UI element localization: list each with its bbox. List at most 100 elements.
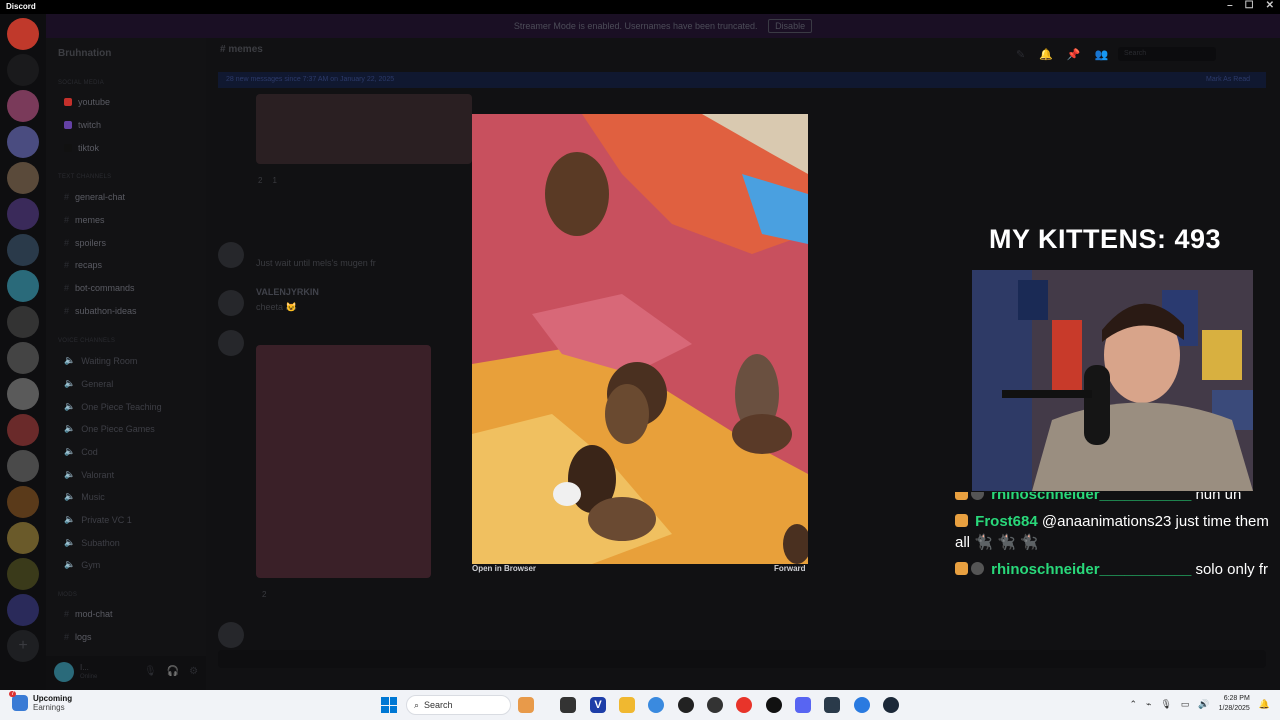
avatar[interactable] <box>54 662 74 682</box>
hash-icon: # <box>220 44 226 55</box>
forward-link[interactable]: Forward <box>774 564 806 573</box>
server-icon[interactable] <box>7 486 39 518</box>
server-icon[interactable] <box>7 90 39 122</box>
channel-twitch[interactable]: twitch <box>64 120 101 130</box>
server-icon[interactable] <box>7 126 39 158</box>
server-name[interactable]: Bruhnation <box>50 44 208 64</box>
server-icon[interactable] <box>7 18 39 50</box>
pin-icon[interactable]: 📌 <box>1067 48 1081 61</box>
volume-icon[interactable]: 🔊 <box>1198 699 1209 710</box>
task-view-icon[interactable] <box>560 697 576 713</box>
channel-youtube[interactable]: youtube <box>64 97 110 107</box>
open-in-browser-link[interactable]: Open in Browser <box>472 564 536 573</box>
server-icon[interactable] <box>7 342 39 374</box>
server-icon[interactable] <box>7 198 39 230</box>
discord-icon[interactable] <box>795 697 811 713</box>
server-icon[interactable] <box>7 450 39 482</box>
hash-icon: # <box>64 192 70 202</box>
app-icon[interactable] <box>678 697 694 713</box>
server-icon[interactable] <box>7 414 39 446</box>
avatar[interactable] <box>218 242 244 268</box>
app-icon[interactable] <box>518 697 534 713</box>
channel-mod-chat[interactable]: # mod-chat <box>64 609 113 619</box>
threads-icon[interactable]: ✎ <box>1016 48 1025 61</box>
taskbar-search[interactable]: ⌕ Search <box>406 695 511 715</box>
mark-as-read-button[interactable]: Mark As Read <box>1206 72 1250 88</box>
close-button[interactable]: ✕ <box>1266 0 1274 11</box>
headphones-icon[interactable]: 🎧 <box>167 666 179 677</box>
section-social-media[interactable]: SOCIAL MEDIA <box>58 80 104 86</box>
voice-channel[interactable]: 🔈 Waiting Room <box>64 355 137 366</box>
terminal-icon[interactable] <box>824 697 840 713</box>
server-icon[interactable] <box>7 162 39 194</box>
channel-logs[interactable]: # logs <box>64 632 92 642</box>
channel-bot-commands[interactable]: # bot-commands <box>64 283 135 293</box>
server-icon[interactable] <box>7 378 39 410</box>
members-icon[interactable]: 👥 <box>1095 48 1109 61</box>
clock[interactable]: 6:28 PM 1/28/2025 <box>1219 694 1250 714</box>
server-icon[interactable] <box>7 594 39 626</box>
voice-channel[interactable]: 🔈 Valorant <box>64 469 114 480</box>
maximize-button[interactable]: ☐ <box>1245 0 1254 11</box>
steam-icon[interactable] <box>883 697 899 713</box>
monitor-icon[interactable]: ▭ <box>1181 699 1190 710</box>
file-explorer-icon[interactable] <box>619 697 635 713</box>
voice-channel[interactable]: 🔈 Private VC 1 <box>64 514 132 525</box>
voice-channel[interactable]: 🔈 General <box>64 378 113 389</box>
message-input[interactable] <box>218 650 1266 668</box>
voice-channel[interactable]: 🔈 Cod <box>64 446 98 457</box>
channel-spoilers[interactable]: # spoilers <box>64 238 106 248</box>
disable-streamer-mode-button[interactable]: Disable <box>768 19 813 33</box>
obs-icon[interactable] <box>707 697 723 713</box>
reaction-chip[interactable]: 2 <box>262 590 266 599</box>
section-voice-channels[interactable]: VOICE CHANNELS <box>58 338 115 344</box>
reaction-chip[interactable]: 2 <box>258 176 262 185</box>
microphone-icon[interactable]: 🎙 <box>144 666 157 677</box>
chevron-up-icon[interactable]: ⌃ <box>1129 699 1137 710</box>
voice-channel[interactable]: 🔈 One Piece Teaching <box>64 401 162 412</box>
notifications-bell-icon[interactable]: 🔔 <box>1259 699 1270 710</box>
opera-icon[interactable] <box>736 697 752 713</box>
server-icon[interactable] <box>7 54 39 86</box>
section-mods[interactable]: MODS <box>58 592 77 598</box>
voice-channel[interactable]: 🔈 One Piece Games <box>64 423 155 434</box>
voice-channel[interactable]: 🔈 Gym <box>64 559 100 570</box>
minimize-button[interactable]: – <box>1227 0 1233 11</box>
vscode-icon[interactable]: V <box>590 697 606 713</box>
server-icon[interactable] <box>7 270 39 302</box>
new-messages-bar[interactable]: 28 new messages since 7:37 AM on January… <box>218 72 1266 88</box>
widgets-button[interactable]: 7 Upcoming Earnings <box>9 691 72 712</box>
avatar[interactable] <box>218 622 244 648</box>
channel-general-chat[interactable]: # general-chat <box>64 192 125 202</box>
section-text-channels[interactable]: TEXT CHANNELS <box>58 174 111 180</box>
microphone-icon[interactable]: 🎙 <box>1160 699 1171 710</box>
chat-text: solo only fr <box>1195 561 1269 578</box>
app-icon[interactable] <box>766 697 782 713</box>
server-icon[interactable] <box>7 558 39 590</box>
channel-tiktok[interactable]: tiktok <box>64 143 99 153</box>
start-button[interactable] <box>381 697 397 713</box>
channel-subathon-ideas[interactable]: # subathon-ideas <box>64 306 137 316</box>
server-icon[interactable] <box>7 306 39 338</box>
edge-icon[interactable] <box>648 697 664 713</box>
server-icon[interactable] <box>7 522 39 554</box>
voice-channel[interactable]: 🔈 Subathon <box>64 537 120 548</box>
add-server-icon[interactable]: + <box>7 630 39 662</box>
bell-icon[interactable]: 🔔 <box>1039 48 1053 61</box>
message-text: Just wait until mels's mugen fr <box>256 258 376 268</box>
search-input[interactable]: Search <box>1118 47 1216 61</box>
message-author[interactable]: VALENJYRKIN <box>256 287 319 297</box>
server-icon[interactable] <box>7 234 39 266</box>
voice-channel[interactable]: 🔈 Music <box>64 491 105 502</box>
message-image[interactable] <box>256 345 431 578</box>
gear-icon[interactable]: ⚙ <box>189 666 198 677</box>
app-icon[interactable] <box>854 697 870 713</box>
channel-recaps[interactable]: # recaps <box>64 260 102 270</box>
network-icon[interactable]: ⌁ <box>1146 699 1151 710</box>
avatar[interactable] <box>218 330 244 356</box>
reaction-chip[interactable]: 1 <box>272 176 276 185</box>
message-image[interactable] <box>256 94 472 164</box>
enlarged-image[interactable] <box>472 114 808 564</box>
avatar[interactable] <box>218 290 244 316</box>
channel-memes[interactable]: # memes <box>64 215 105 225</box>
